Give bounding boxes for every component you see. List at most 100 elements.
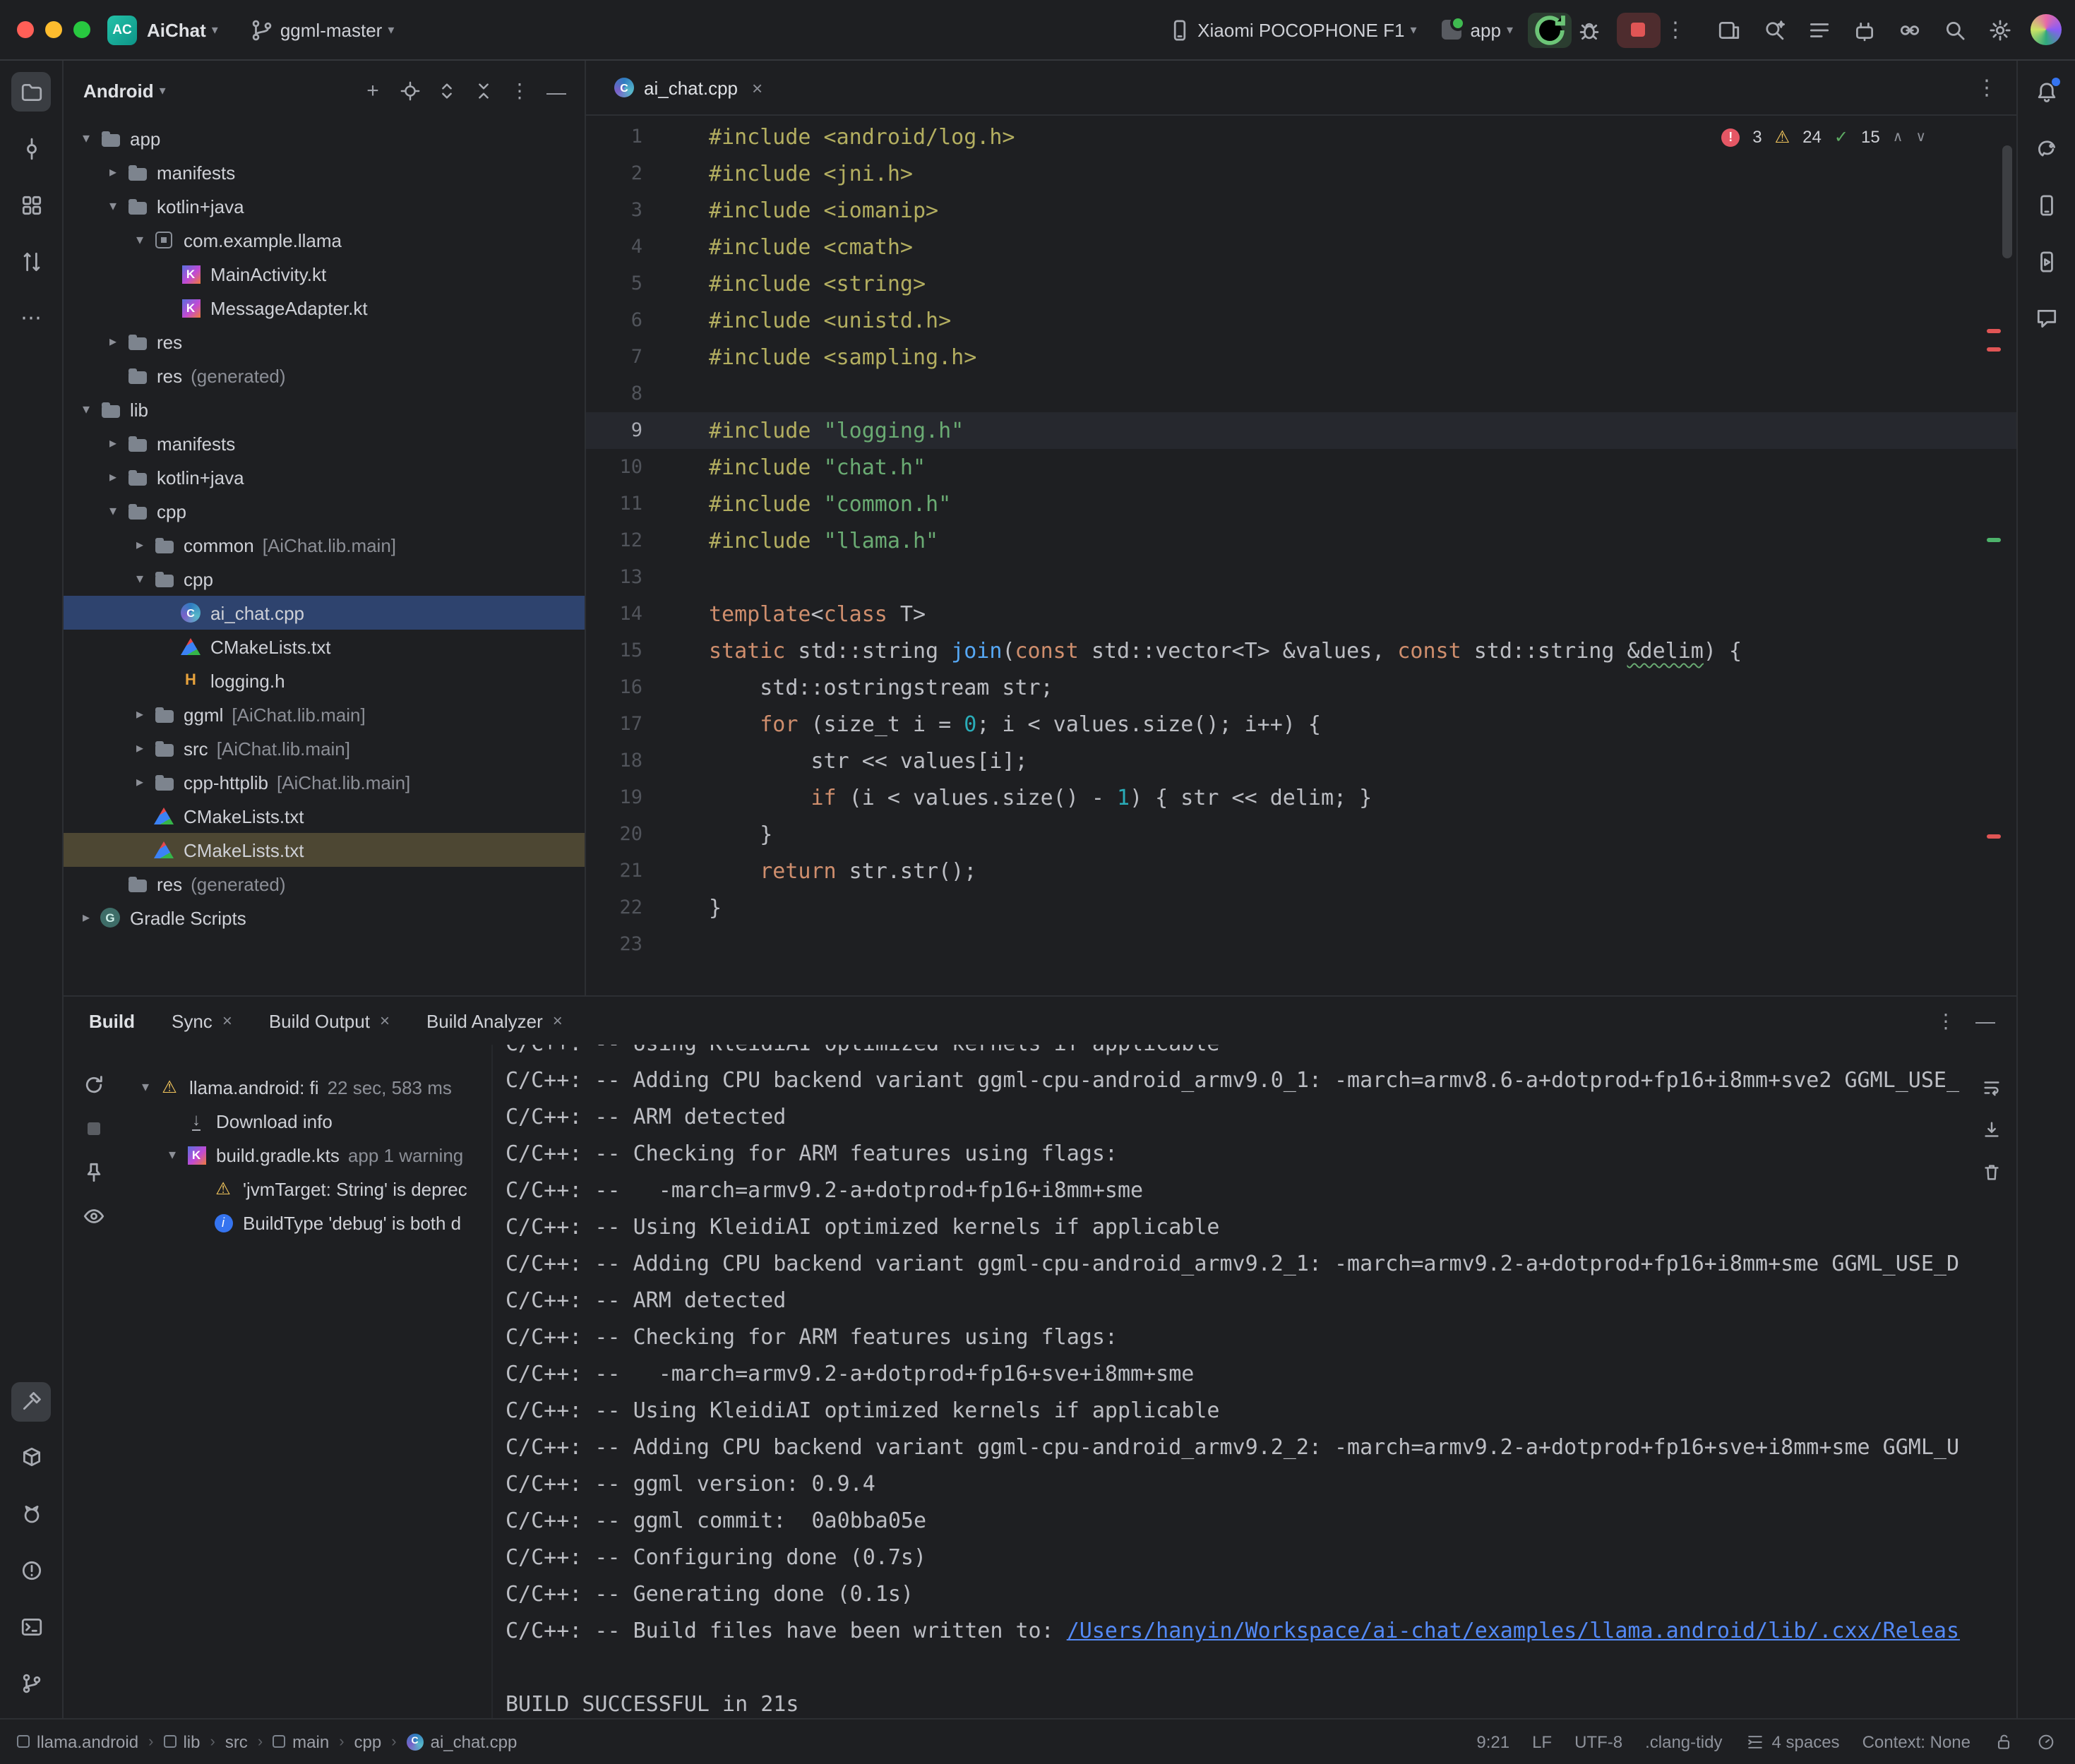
hide-build-panel-icon[interactable]: — xyxy=(1968,1004,2002,1038)
tree-row-res[interactable]: res(generated) xyxy=(64,867,585,901)
caret-position[interactable]: 9:21 xyxy=(1476,1732,1509,1751)
commit-tool-icon[interactable] xyxy=(11,128,51,168)
vcs-stripe-mark[interactable] xyxy=(1987,538,2001,542)
refresh-icon[interactable] xyxy=(76,1067,110,1101)
tree-row-common[interactable]: ▸common[AiChat.lib.main] xyxy=(64,528,585,562)
code-line-4[interactable]: 4#include <cmath> xyxy=(586,229,2016,265)
code-line-16[interactable]: 16 std::ostringstream str; xyxy=(586,669,2016,706)
code-line-11[interactable]: 11#include "common.h" xyxy=(586,486,2016,522)
tree-row-cmakelists-txt[interactable]: CMakeLists.txt xyxy=(64,799,585,833)
run-configuration-selector[interactable]: app ▾ xyxy=(1442,19,1519,40)
tree-row-build-gradle-kts[interactable]: ▾Kbuild.gradle.ktsapp 1 warning xyxy=(123,1138,491,1172)
device-selector[interactable]: Xiaomi POCOPHONE F1 ▾ xyxy=(1161,11,1422,48)
tree-row-cpp[interactable]: ▾cpp xyxy=(64,562,585,596)
code-line-19[interactable]: 19 if (i < values.size() - 1) { str << d… xyxy=(586,779,2016,816)
lock-icon[interactable] xyxy=(1993,1732,2013,1751)
error-stripe-mark[interactable] xyxy=(1987,347,2001,352)
tree-row-src[interactable]: ▸src[AiChat.lib.main] xyxy=(64,731,585,765)
error-stripe-mark[interactable] xyxy=(1987,834,2001,839)
pin-icon[interactable] xyxy=(76,1155,110,1189)
build-options-kebab-icon[interactable]: ⋮ xyxy=(1929,1004,1963,1038)
tree-row-kotlin-java[interactable]: ▾kotlin+java xyxy=(64,189,585,223)
tree-row-download-info[interactable]: ↓Download info xyxy=(123,1104,491,1138)
settings-gear-icon[interactable] xyxy=(1982,11,2019,48)
app-inspection-tool-icon[interactable] xyxy=(11,1438,51,1477)
code-line-17[interactable]: 17 for (size_t i = 0; i < values.size();… xyxy=(586,706,2016,743)
breadcrumb-item-lib[interactable]: lib xyxy=(163,1732,200,1751)
tree-row-ggml[interactable]: ▸ggml[AiChat.lib.main] xyxy=(64,697,585,731)
editor-scrollbar[interactable] xyxy=(2002,145,2012,258)
chevron-down-icon[interactable]: ▾ xyxy=(134,1079,157,1095)
device-manager-tool-icon[interactable] xyxy=(2026,185,2066,224)
breadcrumb-item-llama-android[interactable]: llama.android xyxy=(17,1732,138,1751)
clear-all-trash-icon[interactable] xyxy=(1974,1155,2008,1189)
code-line-7[interactable]: 7#include <sampling.h> xyxy=(586,339,2016,376)
code-editor[interactable]: 1#include <android/log.h>2#include <jni.… xyxy=(586,116,2016,995)
more-tool-windows-icon[interactable]: ⋯ xyxy=(11,298,51,337)
tree-row-cpp[interactable]: ▾cpp xyxy=(64,494,585,528)
chevron-right-icon[interactable]: ▸ xyxy=(128,537,151,553)
tree-row-gradle-scripts[interactable]: ▸GGradle Scripts xyxy=(64,901,585,935)
chevron-down-icon[interactable]: ▾ xyxy=(128,232,151,248)
line-ending[interactable]: LF xyxy=(1532,1732,1552,1751)
stop-build-icon[interactable] xyxy=(76,1111,110,1145)
tab-build-analyzer[interactable]: Build Analyzer× xyxy=(426,1010,563,1031)
code-line-10[interactable]: 10#include "chat.h" xyxy=(586,449,2016,486)
chevron-down-icon[interactable]: ▾ xyxy=(102,198,124,214)
code-line-6[interactable]: 6#include <unistd.h> xyxy=(586,302,2016,339)
code-line-18[interactable]: 18 str << values[i]; xyxy=(586,743,2016,779)
expand-all-icon[interactable] xyxy=(429,74,463,108)
editor-tab-ai-chat[interactable]: C ai_chat.cpp × xyxy=(606,61,771,114)
rerun-button[interactable] xyxy=(1527,12,1571,47)
chevron-down-icon[interactable]: ▾ xyxy=(128,571,151,587)
close-icon[interactable]: × xyxy=(553,1011,563,1031)
tree-row-manifests[interactable]: ▸manifests xyxy=(64,155,585,189)
plugins-icon[interactable] xyxy=(1846,11,1883,48)
code-line-14[interactable]: 14template<class T> xyxy=(586,596,2016,632)
code-line-3[interactable]: 3#include <iomanip> xyxy=(586,192,2016,229)
chevron-right-icon[interactable]: ▸ xyxy=(102,469,124,485)
chevron-down-icon[interactable]: ▾ xyxy=(161,1147,184,1163)
soft-wrap-icon[interactable] xyxy=(1974,1070,2008,1104)
version-control-tool-icon[interactable] xyxy=(11,1664,51,1703)
tree-row-manifests[interactable]: ▸manifests xyxy=(64,426,585,460)
build-output-link[interactable]: /Users/hanyin/Workspace/ai-chat/examples… xyxy=(1067,1618,1960,1643)
tree-row-lib[interactable]: ▾lib xyxy=(64,392,585,426)
locate-file-icon[interactable] xyxy=(393,74,426,108)
context-indicator[interactable]: Context: None xyxy=(1862,1732,1971,1751)
build-window-title[interactable]: Build xyxy=(89,1010,135,1031)
breadcrumb[interactable]: llama.android›lib›src›main›cpp›Cai_chat.… xyxy=(17,1732,517,1751)
tree-row-buildtype-debug-is-both-d[interactable]: iBuildType 'debug' is both d xyxy=(123,1206,491,1240)
running-devices-tool-icon[interactable] xyxy=(2026,241,2066,281)
code-line-23[interactable]: 23 xyxy=(586,926,2016,963)
tree-row-llama-android-fi[interactable]: ▾⚠llama.android: fi22 sec, 583 ms xyxy=(123,1070,491,1104)
breadcrumb-item-cpp[interactable]: cpp xyxy=(354,1732,382,1751)
code-line-12[interactable]: 12#include "llama.h" xyxy=(586,522,2016,559)
chevron-right-icon[interactable]: ▸ xyxy=(75,910,97,925)
ai-search-icon[interactable] xyxy=(1756,11,1793,48)
tree-row-jvmtarget-string-is-deprec[interactable]: ⚠'jvmTarget: String' is deprec xyxy=(123,1172,491,1206)
chevron-right-icon[interactable]: ▸ xyxy=(128,707,151,722)
tree-row-mainactivity-kt[interactable]: KMainActivity.kt xyxy=(64,257,585,291)
highlighting-level-icon[interactable] xyxy=(2035,1732,2055,1751)
close-window-button[interactable] xyxy=(17,21,34,38)
stop-button[interactable] xyxy=(1616,12,1660,47)
tree-row-app[interactable]: ▾app xyxy=(64,121,585,155)
chevron-down-icon[interactable]: ▾ xyxy=(75,131,97,146)
code-line-9[interactable]: 9#include "logging.h" xyxy=(586,412,2016,449)
file-encoding[interactable]: UTF-8 xyxy=(1574,1732,1622,1751)
app-insights-tool-icon[interactable] xyxy=(2026,298,2066,337)
tree-row-res[interactable]: res(generated) xyxy=(64,359,585,392)
tree-row-cmakelists-txt[interactable]: CMakeLists.txt xyxy=(64,833,585,867)
gradle-tool-icon[interactable] xyxy=(2026,128,2066,168)
chevron-down-icon[interactable]: ▾ xyxy=(102,503,124,519)
tree-row-ai-chat-cpp[interactable]: Cai_chat.cpp xyxy=(64,596,585,630)
device-mirroring-icon[interactable] xyxy=(1711,11,1747,48)
chevron-right-icon[interactable]: ▸ xyxy=(102,436,124,451)
tree-row-com-example-llama[interactable]: ▾com.example.llama xyxy=(64,223,585,257)
editor-options-kebab-icon[interactable]: ⋮ xyxy=(1971,75,2002,100)
tree-row-res[interactable]: ▸res xyxy=(64,325,585,359)
tree-row-messageadapter-kt[interactable]: KMessageAdapter.kt xyxy=(64,291,585,325)
close-icon[interactable]: × xyxy=(222,1011,232,1031)
code-line-21[interactable]: 21 return str.str(); xyxy=(586,853,2016,889)
